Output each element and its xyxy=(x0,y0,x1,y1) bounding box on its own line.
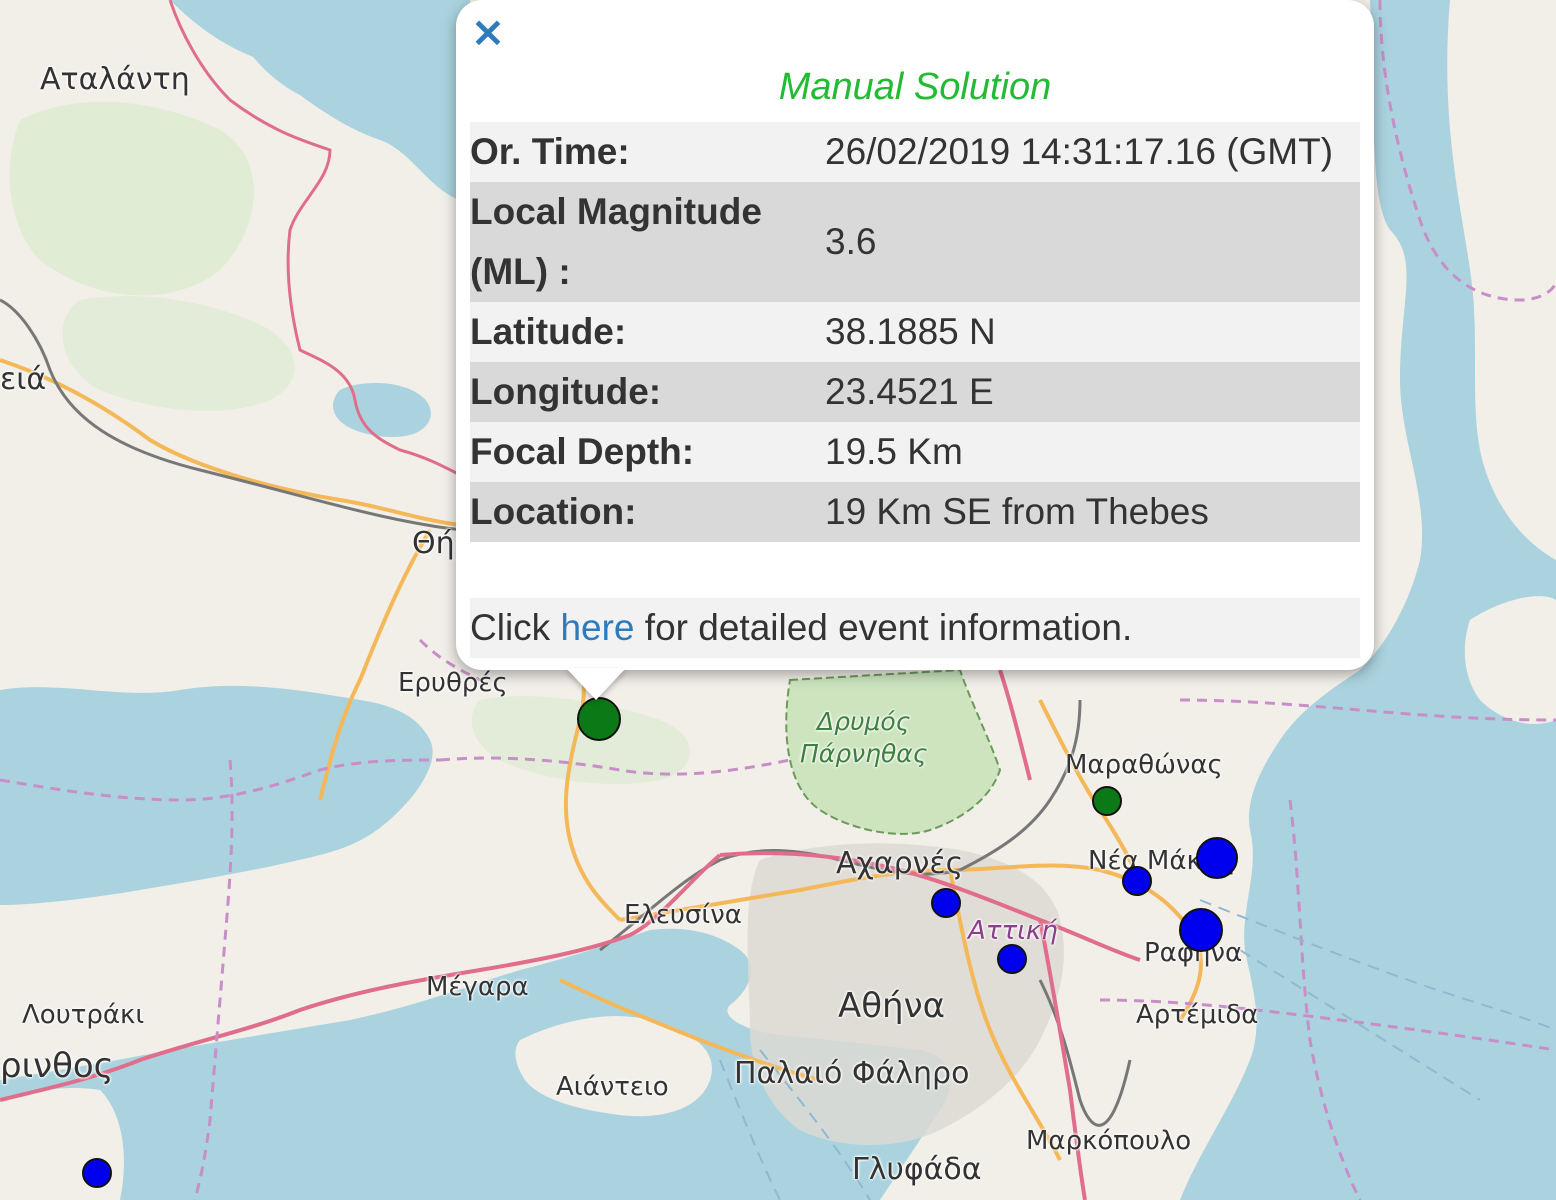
location-label: Location: xyxy=(470,491,637,532)
place-label-loutraki: Λουτράκι xyxy=(22,1000,145,1030)
longitude-label: Longitude: xyxy=(470,371,662,412)
details-link[interactable]: here xyxy=(560,607,634,648)
magnitude-value: 3.6 xyxy=(825,221,877,262)
location-value: 19 Km SE from Thebes xyxy=(825,491,1209,532)
event-marker-manual-selected[interactable] xyxy=(577,697,621,741)
park-label-parnitha: Δρυμός Πάρνηθας xyxy=(800,706,927,770)
place-label-atalanti: Αταλάντη xyxy=(40,62,190,97)
place-label-livadeia: ειά xyxy=(0,362,47,397)
focal-depth-label: Focal Depth: xyxy=(470,431,695,472)
place-label-markopoulo: Μαρκόπουλο xyxy=(1026,1126,1192,1156)
close-icon[interactable]: × xyxy=(468,10,508,54)
origin-time-label: Or. Time: xyxy=(470,131,630,172)
event-marker-automatic[interactable] xyxy=(931,888,961,918)
place-label-erythres: Ερυθρές xyxy=(398,668,508,698)
details-text-before: Click xyxy=(470,607,551,648)
table-row: Focal Depth: 19.5 Km xyxy=(470,422,1360,482)
latitude-label: Latitude: xyxy=(470,311,627,352)
place-label-korinthos: ρινθος xyxy=(0,1046,114,1086)
place-label-marathonas: Μαραθώνας xyxy=(1065,750,1223,780)
event-marker-automatic[interactable] xyxy=(82,1158,112,1188)
event-marker-automatic[interactable] xyxy=(997,944,1027,974)
place-label-aianteio: Αιάντειο xyxy=(556,1072,669,1102)
place-label-megara: Μέγαρα xyxy=(426,972,529,1002)
event-marker-manual[interactable] xyxy=(1092,786,1122,816)
event-marker-automatic[interactable] xyxy=(1179,908,1223,952)
place-label-palaio-faliro: Παλαιό Φάληρο xyxy=(734,1056,970,1091)
table-row: Longitude: 23.4521 E xyxy=(470,362,1360,422)
details-text-after: for detailed event information. xyxy=(644,607,1133,648)
table-row: Latitude: 38.1885 N xyxy=(470,302,1360,362)
popup-tip xyxy=(566,668,626,700)
origin-time-value: 26/02/2019 14:31:17.16 (GMT) xyxy=(825,131,1334,172)
table-row: Or. Time: 26/02/2019 14:31:17.16 (GMT) xyxy=(470,122,1360,182)
latitude-value: 38.1885 N xyxy=(825,311,996,352)
place-label-glyfada: Γλυφάδα xyxy=(852,1152,982,1187)
region-label-attiki: Αττική xyxy=(968,916,1058,946)
table-row: Location: 19 Km SE from Thebes xyxy=(470,482,1360,542)
place-label-artemida: Αρτέμιδα xyxy=(1136,1000,1259,1030)
place-label-thiva: Θή xyxy=(412,526,455,561)
event-info-table: Or. Time: 26/02/2019 14:31:17.16 (GMT) L… xyxy=(470,122,1360,542)
place-label-elefsina: Ελευσίνα xyxy=(624,900,742,930)
place-label-acharnes: Αχαρνές xyxy=(836,846,964,881)
place-label-athina: Αθήνα xyxy=(838,986,946,1026)
popup-title: Manual Solution xyxy=(778,66,1052,108)
magnitude-label: Local Magnitude (ML) : xyxy=(470,191,762,292)
park-label-line1: Δρυμός xyxy=(817,707,911,736)
details-link-line: Click here for detailed event informatio… xyxy=(470,598,1360,658)
table-row: Local Magnitude (ML) : 3.6 xyxy=(470,182,1360,302)
event-marker-automatic[interactable] xyxy=(1122,866,1152,896)
longitude-value: 23.4521 E xyxy=(825,371,994,412)
park-label-line2: Πάρνηθας xyxy=(800,739,928,768)
event-marker-automatic[interactable] xyxy=(1196,837,1238,879)
focal-depth-value: 19.5 Km xyxy=(825,431,963,472)
